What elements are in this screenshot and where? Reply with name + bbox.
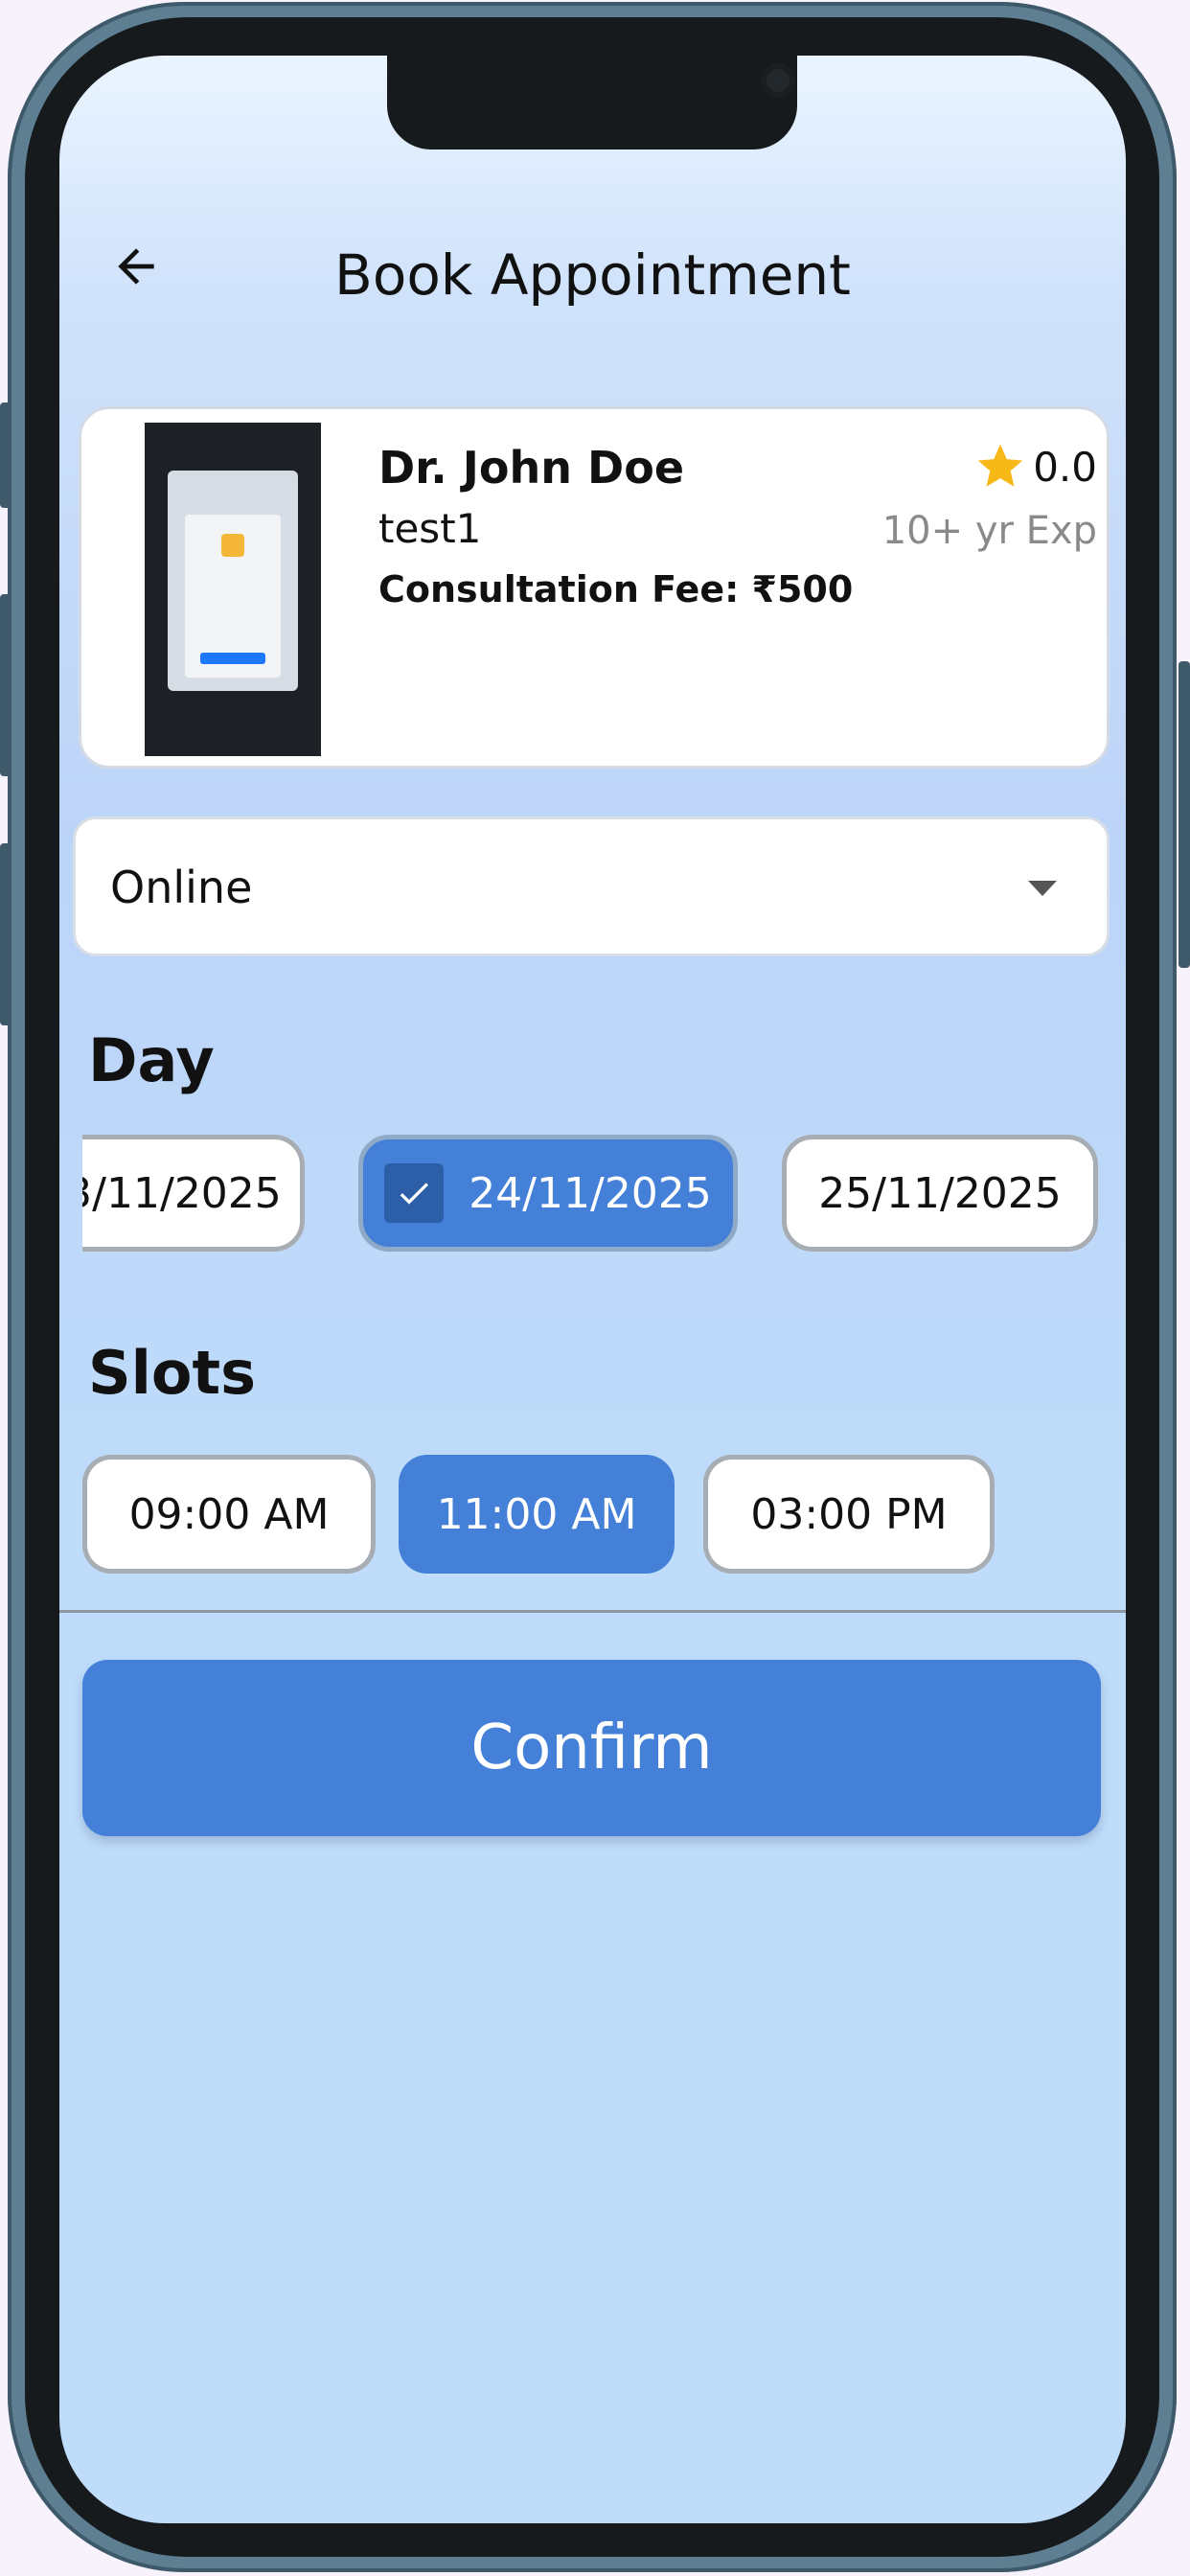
slot-chip-label: 03:00 PM — [750, 1489, 948, 1539]
device-side-button — [0, 402, 11, 508]
doctor-rating: 0.0 — [973, 440, 1097, 494]
check-icon — [384, 1163, 445, 1223]
day-chip[interactable]: 25/11/2025 — [782, 1135, 1098, 1252]
slot-chip-label: 11:00 AM — [436, 1489, 637, 1539]
caret-down-icon — [1028, 881, 1057, 896]
doctor-name: Dr. John Doe — [378, 442, 685, 494]
camera-icon — [761, 63, 795, 98]
day-chip-label: 25/11/2025 — [818, 1168, 1062, 1218]
device-side-button — [0, 594, 11, 776]
app-screen: Book Appointment Dr. John Doe test1 Cons… — [59, 56, 1126, 2523]
day-chip[interactable]: 23/11/2025 — [82, 1135, 305, 1252]
star-icon — [977, 444, 1023, 487]
divider — [59, 1610, 1126, 1613]
device-side-button — [1179, 661, 1190, 968]
slot-selector[interactable]: 09:00 AM 11:00 AM 03:00 PM — [82, 1455, 1100, 1579]
day-selector[interactable]: 23/11/2025 24/11/2025 25/11/2025 — [82, 1135, 1100, 1259]
slot-chip[interactable]: 09:00 AM — [82, 1455, 376, 1574]
day-chip-label: 24/11/2025 — [469, 1168, 712, 1218]
rating-value: 0.0 — [1033, 443, 1097, 491]
doctor-photo — [145, 423, 321, 756]
confirm-button[interactable]: Confirm — [82, 1660, 1101, 1836]
doctor-card[interactable]: Dr. John Doe test1 Consultation Fee: ₹50… — [79, 406, 1110, 769]
photo-content — [168, 471, 298, 691]
consultation-mode-value: Online — [110, 862, 253, 913]
slot-chip[interactable]: 03:00 PM — [703, 1455, 995, 1574]
consultation-mode-dropdown[interactable]: Online — [73, 816, 1110, 956]
notch — [387, 56, 797, 150]
slot-chip-label: 09:00 AM — [128, 1489, 330, 1539]
consultation-fee: Consultation Fee: ₹500 — [378, 568, 854, 610]
slot-chip-selected[interactable]: 11:00 AM — [399, 1455, 675, 1574]
doctor-experience: 10+ yr Exp — [881, 509, 1097, 553]
doctor-specialization: test1 — [378, 505, 482, 552]
device-side-button — [0, 843, 11, 1025]
envelope-icon — [221, 534, 244, 557]
slots-section-label: Slots — [88, 1338, 257, 1408]
day-chip-selected[interactable]: 24/11/2025 — [358, 1135, 738, 1252]
photo-button-bar — [200, 653, 265, 664]
day-chip-label: 23/11/2025 — [82, 1168, 282, 1218]
page-title: Book Appointment — [334, 242, 851, 308]
photo-dialog — [185, 515, 281, 678]
day-section-label: Day — [88, 1025, 215, 1095]
